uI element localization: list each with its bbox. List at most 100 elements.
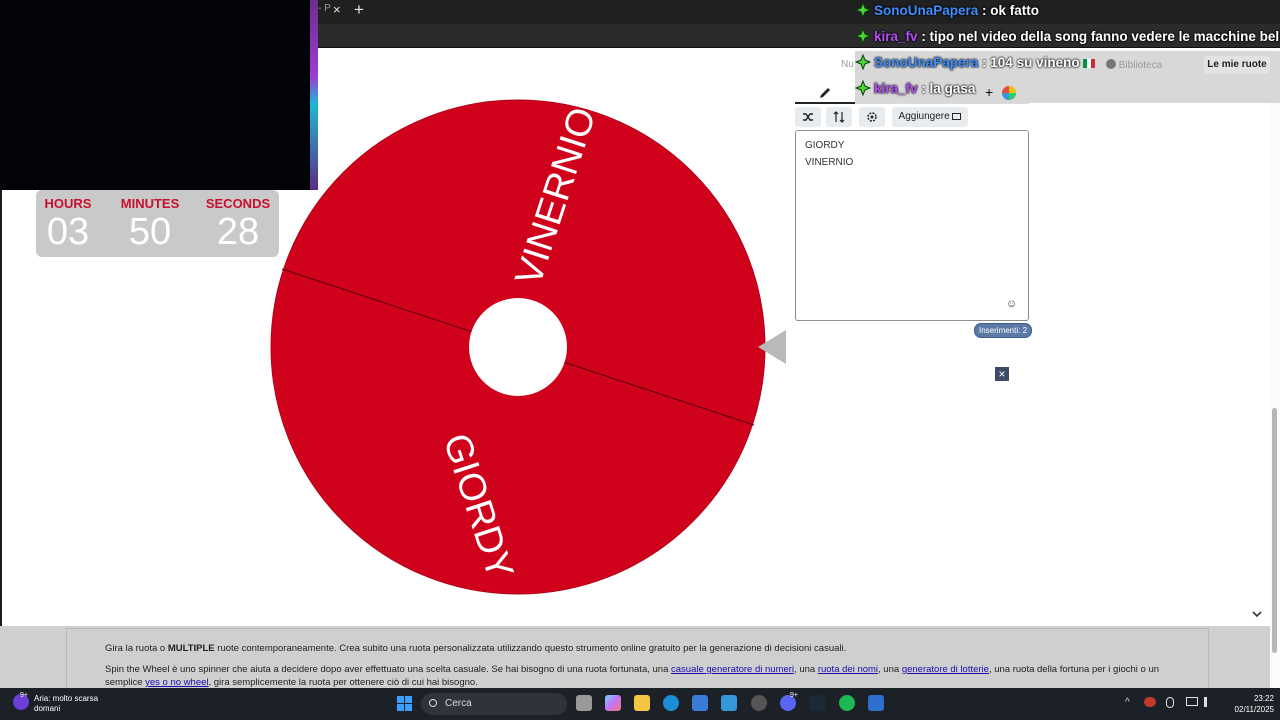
steam-icon[interactable] <box>809 695 825 711</box>
text: Spin the Wheel è uno spinner che aiuta a… <box>105 664 671 675</box>
chat-text: : la gasa <box>921 81 976 96</box>
chat-username[interactable]: SonoUnaPapera <box>874 3 978 18</box>
wheel-pointer <box>758 330 786 364</box>
library-icon <box>1106 59 1116 69</box>
screen: - P × + HOURS 03 MINUTES 50 SECONDS 28 V… <box>0 0 1280 720</box>
mail-icon[interactable] <box>721 695 737 711</box>
app-icon[interactable] <box>751 695 767 711</box>
stream-chat-overlay: SonoUnaPapera : ok fatto kira_fv : tipo … <box>855 0 1280 103</box>
hours-label: HOURS <box>44 196 92 211</box>
seconds-value: 28 <box>216 211 260 253</box>
tab-title-fragment[interactable]: - P <box>318 3 331 14</box>
gear-icon <box>867 112 877 122</box>
store-icon[interactable] <box>692 695 708 711</box>
description-panel: Gira la ruota o MULTIPLE ruote contempor… <box>66 628 1209 690</box>
entry-line: GIORDY <box>805 140 845 151</box>
weather-badge: 9+ <box>20 692 28 699</box>
description-line-1: Gira la ruota o MULTIPLE ruote contempor… <box>105 643 846 654</box>
windows-start-icon[interactable] <box>397 696 413 712</box>
shuffle-button[interactable] <box>795 107 821 127</box>
tray-app-icon[interactable] <box>1144 697 1156 707</box>
star-badge-icon <box>855 2 871 18</box>
taskbar-search[interactable]: Cerca <box>421 693 567 715</box>
hours-value: 03 <box>46 211 90 253</box>
sort-icon <box>833 111 845 123</box>
entries-count-badge: Inserimenti: 2 <box>974 323 1033 338</box>
description-line-2: Spin the Wheel è uno spinner che aiuta a… <box>105 664 1159 675</box>
star-badge-icon <box>855 28 871 44</box>
weather-widget[interactable]: Aria: molto scarsa domani <box>34 694 98 714</box>
file-explorer-icon[interactable] <box>634 695 650 711</box>
add-wheel-button[interactable]: + <box>985 84 993 100</box>
name-wheel-link[interactable]: ruota dei nomi <box>818 664 878 675</box>
volume-icon[interactable] <box>1204 697 1214 707</box>
lottery-link[interactable]: generatore di lotterie <box>902 664 989 675</box>
text: ruote contemporaneamente. Crea subito un… <box>214 643 847 654</box>
yes-no-wheel-link[interactable]: yes o no wheel <box>145 677 208 688</box>
clock-date: 02/11/2025 <box>1234 705 1274 714</box>
search-label: Cerca <box>445 698 472 709</box>
network-icon[interactable] <box>1186 697 1198 706</box>
italy-flag-icon <box>1083 56 1096 68</box>
minutes-label: MINUTES <box>120 196 180 211</box>
weather-line-2: domani <box>34 704 61 713</box>
emoji-icon[interactable]: ☺ <box>1006 298 1017 310</box>
chat-text: : ok fatto <box>982 3 1040 18</box>
add-image-button[interactable]: Aggiungere <box>892 107 968 127</box>
chat-message: SonoUnaPapera : 104 su vineno <box>855 54 1096 80</box>
add-image-label: Aggiungere <box>898 111 950 122</box>
scrollbar-thumb[interactable] <box>1272 408 1277 653</box>
text: Gira la ruota o <box>105 643 168 654</box>
chat-username[interactable]: kira_fv <box>874 29 918 44</box>
countdown-timer: HOURS 03 MINUTES 50 SECONDS 28 <box>36 190 279 257</box>
clock-time: 23:22 <box>1253 694 1274 703</box>
system-clock[interactable]: 23:22 02/11/2025 <box>1224 693 1274 715</box>
text: , una <box>794 664 818 675</box>
library-link[interactable]: Biblioteca <box>1106 59 1162 71</box>
chat-username[interactable]: kira_fv <box>874 81 918 96</box>
edge-browser-icon[interactable] <box>663 695 679 711</box>
chat-username[interactable]: SonoUnaPapera <box>874 55 978 70</box>
weather-line-1: Aria: molto scarsa <box>34 694 99 703</box>
task-view-icon[interactable] <box>576 695 592 711</box>
my-wheels-button[interactable]: Le mie ruote <box>1204 56 1270 74</box>
settings-button[interactable] <box>859 107 885 127</box>
chevron-down-icon[interactable] <box>1250 607 1264 621</box>
search-icon <box>429 699 437 707</box>
app-icon[interactable] <box>868 695 884 711</box>
library-label: Biblioteca <box>1118 60 1163 71</box>
page-text-fragment: Nu <box>841 59 854 70</box>
entries-textarea[interactable]: GIORDY VINERNIO <box>795 130 1029 321</box>
spotify-icon[interactable] <box>839 695 855 711</box>
image-icon <box>952 113 962 120</box>
shuffle-icon <box>803 113 813 121</box>
copilot-icon[interactable] <box>605 695 621 711</box>
tab-close-icon[interactable]: × <box>333 2 341 17</box>
text: semplice <box>105 677 146 688</box>
chat-text: : tipo nel video della song fanno vedere… <box>921 29 1280 44</box>
minutes-value: 50 <box>128 211 172 253</box>
new-tab-button[interactable]: + <box>354 0 364 20</box>
text: , una ruota della fortuna per i giochi o… <box>988 664 1160 675</box>
microphone-icon[interactable] <box>1166 697 1174 708</box>
discord-badge: 9+ <box>790 692 798 699</box>
page-scrollbar[interactable] <box>1270 48 1280 688</box>
star-badge-icon <box>855 80 871 96</box>
close-ad-button[interactable]: × <box>995 367 1009 381</box>
seconds-label: SECONDS <box>205 196 271 211</box>
chat-message: SonoUnaPapera : ok fatto <box>855 2 1039 28</box>
text: , gira semplicemente la ruota per ottene… <box>208 677 478 688</box>
text: , una <box>878 664 902 675</box>
chat-message: kira_fv : la gasa <box>855 80 975 106</box>
star-badge-icon <box>855 54 871 70</box>
color-wheel-icon[interactable] <box>1001 85 1017 101</box>
bold-text: MULTIPLE <box>167 643 215 654</box>
chevron-up-icon[interactable]: ^ <box>1125 697 1130 708</box>
description-line-3: semplice yes o no wheel, gira sempliceme… <box>105 677 478 688</box>
spin-wheel[interactable]: VINERNIO GIORDY <box>268 97 768 597</box>
wheel-center-hole[interactable] <box>469 298 567 396</box>
entry-line: VINERNIO <box>805 157 854 168</box>
sort-button[interactable] <box>826 107 852 127</box>
random-number-link[interactable]: casuale generatore di numeri <box>671 664 794 675</box>
tab-entries[interactable] <box>795 82 855 104</box>
